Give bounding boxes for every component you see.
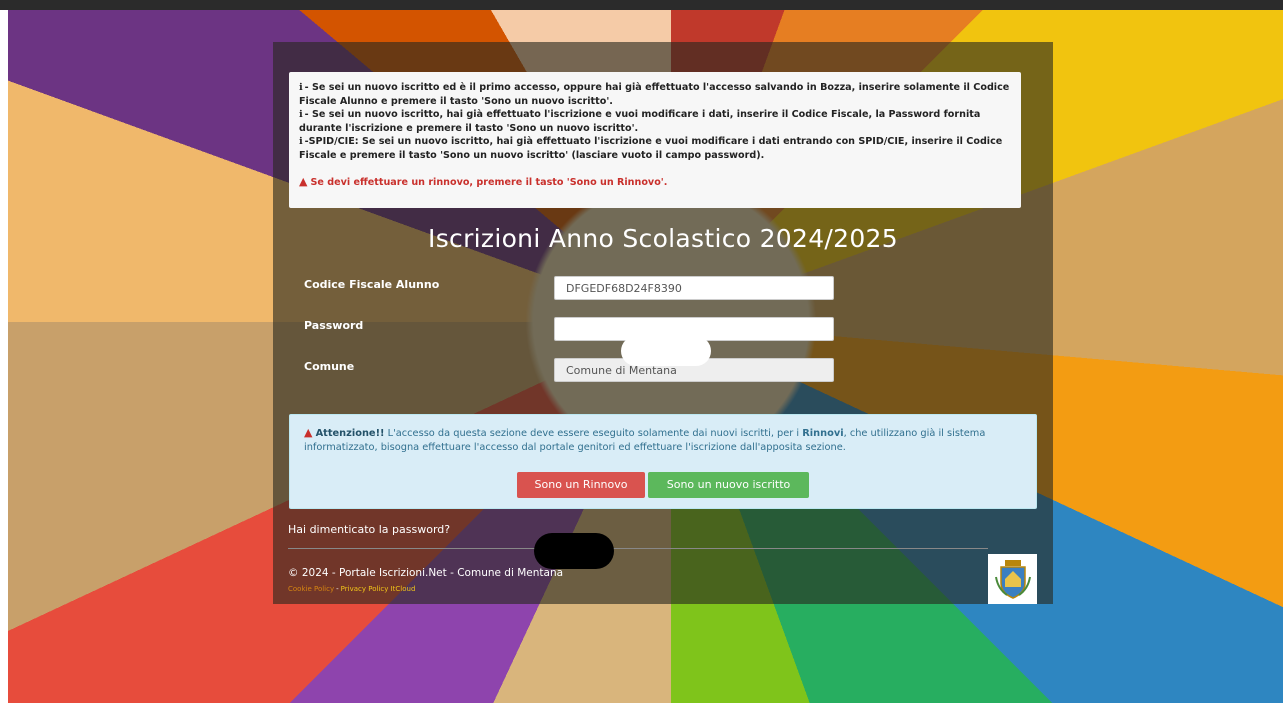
password-label: Password [304, 319, 364, 332]
info-line-3: ℹ -SPID/CIE: Se sei un nuovo iscritto, ha… [299, 135, 1011, 162]
info-line-2: ℹ- Se sei un nuovo iscritto, hai già eff… [299, 108, 1011, 135]
window-top-bar [0, 0, 1283, 10]
info-box: ℹ- Se sei un nuovo iscritto ed è il prim… [289, 72, 1021, 208]
page-title: Iscrizioni Anno Scolastico 2024/2025 [428, 224, 898, 253]
cookie-policy-link[interactable]: Cookie Policy [288, 585, 334, 593]
footer-links: Cookie Policy - Privacy Policy ItCloud [288, 585, 415, 593]
footer-copyright: © 2024 - Portale Iscrizioni.Net - Comune… [288, 567, 564, 579]
attention-label: Attenzione!! [315, 428, 385, 439]
alert-text-1: L'accesso da questa sezione deve essere … [384, 428, 803, 439]
info-icon: ℹ [299, 82, 303, 93]
forgot-password-link[interactable]: Hai dimenticato la password? [288, 523, 450, 536]
info-icon: ℹ [299, 109, 303, 121]
sono-un-rinnovo-button[interactable]: Sono un Rinnovo [517, 472, 645, 498]
redaction-blob-black [534, 533, 614, 569]
warning-icon: ▲ [299, 174, 308, 188]
alert-rinnovi: Rinnovi [802, 428, 844, 439]
info-icon: ℹ [299, 136, 303, 148]
privacy-policy-link[interactable]: Privacy Policy ItCloud [341, 585, 416, 593]
info-line-1: ℹ- Se sei un nuovo iscritto ed è il prim… [299, 72, 1011, 108]
info-line-1-text: - Se sei un nuovo iscritto ed è il primo… [299, 82, 1010, 107]
login-panel: ℹ- Se sei un nuovo iscritto ed è il prim… [273, 42, 1053, 604]
renewal-warning: ▲ Se devi effettuare un rinnovo, premere … [299, 175, 1011, 190]
info-line-3-text: -SPID/CIE: Se sei un nuovo iscritto, hai… [299, 136, 1003, 161]
footer-separator: - [336, 585, 339, 593]
municipality-crest-logo [988, 554, 1037, 604]
info-line-2-text: - Se sei un nuovo iscritto, hai già effe… [299, 109, 981, 134]
crest-icon [994, 560, 1031, 599]
renewal-warning-text: Se devi effettuare un rinnovo, premere i… [310, 176, 668, 188]
sono-un-nuovo-iscritto-button[interactable]: Sono un nuovo iscritto [648, 472, 809, 498]
comune-label: Comune [304, 360, 355, 373]
redaction-blob [621, 336, 711, 366]
codice-fiscale-input[interactable] [554, 276, 834, 300]
footer-divider [288, 548, 988, 549]
warning-icon: ▲ [304, 426, 313, 439]
codice-fiscale-label: Codice Fiscale Alunno [304, 278, 440, 291]
